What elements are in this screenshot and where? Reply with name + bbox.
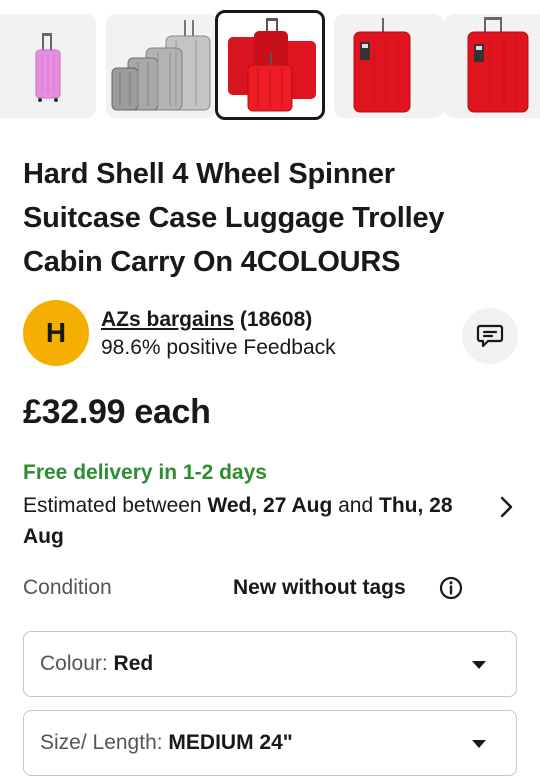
seller-name-line: AZs bargains (18608)	[101, 308, 312, 332]
thumbnail-red-suitcase[interactable]	[334, 14, 444, 118]
silver-suitcase-set-image	[111, 20, 211, 111]
seller-name-link[interactable]: AZs bargains	[101, 308, 234, 331]
chevron-down-icon	[472, 661, 486, 669]
red-suitcase-set-image	[228, 18, 316, 112]
message-icon	[476, 324, 504, 348]
thumbnail-silver-suitcase-set[interactable]	[106, 14, 216, 118]
listing-title: Hard Shell 4 Wheel Spinner Suitcase Case…	[23, 158, 445, 278]
condition-label: Condition	[23, 576, 112, 599]
item-price: £32.99 each	[23, 393, 211, 431]
chevron-right-icon[interactable]	[497, 495, 517, 519]
chevron-down-icon	[472, 740, 486, 748]
delivery-estimate[interactable]: Estimated between Wed, 27 Aug and Thu, 2…	[23, 490, 483, 552]
seller-feedback-score: 98.6% positive Feedback	[101, 336, 336, 359]
size-select-text: Size/ Length: MEDIUM 24"	[40, 731, 293, 755]
delivery-date-from: Wed, 27 Aug	[207, 494, 333, 517]
delivery-est-and: and	[332, 494, 380, 517]
colour-select-text: Colour: Red	[40, 652, 153, 676]
delivery-headline: Free delivery in 1-2 days	[23, 461, 267, 484]
red-suitcase-image	[353, 18, 411, 113]
size-select[interactable]: Size/ Length: MEDIUM 24"	[23, 710, 517, 776]
colour-select-value: Red	[113, 652, 154, 675]
delivery-est-prefix: Estimated between	[23, 494, 208, 517]
seller-feedback-count: (18608)	[239, 308, 313, 331]
condition-value: New without tags	[233, 576, 406, 599]
thumbnail-red-suitcase-2[interactable]	[444, 14, 540, 118]
pink-suitcase-image	[35, 33, 61, 102]
thumbnail-pink-suitcase[interactable]	[0, 14, 96, 118]
colour-select[interactable]: Colour: Red	[23, 631, 517, 697]
thumbnail-red-suitcase-set-selected[interactable]	[215, 10, 325, 120]
contact-seller-button[interactable]	[462, 308, 518, 364]
seller-info: H AZs bargains (18608) 98.6% positive Fe…	[23, 300, 518, 370]
red-suitcase-image-2	[467, 17, 529, 113]
size-select-value: MEDIUM 24"	[168, 731, 293, 754]
size-select-label: Size/ Length:	[40, 731, 169, 754]
colour-select-label: Colour:	[40, 652, 114, 675]
seller-avatar[interactable]: H	[23, 300, 89, 366]
image-gallery[interactable]	[0, 10, 540, 122]
info-icon[interactable]	[439, 576, 463, 600]
